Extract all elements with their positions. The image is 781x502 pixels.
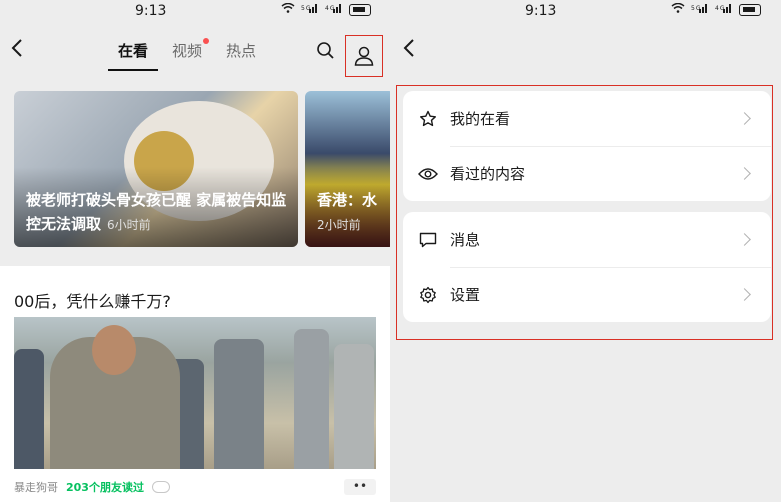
status-bar: 9:13 5G 4G xyxy=(0,0,390,24)
chevron-right-icon xyxy=(738,167,751,180)
hero-title: 被老师打破头骨女孩已醒 家属被告知监控无法调取 6小时前 xyxy=(26,188,296,237)
svg-text:4G: 4G xyxy=(325,5,335,12)
battery-icon xyxy=(739,3,761,16)
article-image xyxy=(14,317,376,469)
hero-card[interactable]: 被老师打破头骨女孩已醒 家属被告知监控无法调取 6小时前 xyxy=(14,91,298,247)
chevron-right-icon xyxy=(738,112,751,125)
user-icon xyxy=(354,46,374,66)
search-icon xyxy=(317,42,334,59)
status-icons: 5G 4G xyxy=(281,2,371,16)
profile-button[interactable] xyxy=(345,35,383,77)
chevron-left-icon xyxy=(11,39,22,57)
image-figure xyxy=(294,329,329,469)
tab-hot[interactable]: 热点 xyxy=(226,40,256,61)
watching-feed-screen: 9:13 5G 4G 在看 视频 热点 被老师打破头骨女孩已醒 家属被告知监控无… xyxy=(0,0,390,502)
chevron-right-icon xyxy=(738,288,751,301)
menu-item-label: 消息 xyxy=(450,231,481,249)
signal-5g-icon: 5G xyxy=(691,3,709,16)
menu-item-settings[interactable]: 设置 xyxy=(403,267,771,322)
chevron-right-icon xyxy=(738,233,751,246)
signal-5g-icon: 5G xyxy=(301,3,319,16)
hero-card[interactable]: 香港：水 2小时前 xyxy=(305,91,390,247)
hero-title-text: 香港：水 xyxy=(317,191,378,209)
message-icon xyxy=(418,230,438,250)
status-bar: 9:13 5G 4G xyxy=(392,0,781,24)
menu-group-content: 我的在看 看过的内容 xyxy=(403,91,771,201)
svg-text:5G: 5G xyxy=(301,5,311,12)
article-author: 暴走狗哥 xyxy=(14,481,58,494)
wifi-icon xyxy=(671,2,685,16)
hero-time: 6小时前 xyxy=(107,218,151,232)
status-time: 9:13 xyxy=(525,3,557,19)
menu-item-messages[interactable]: 消息 xyxy=(403,212,771,267)
article-meta: 暴走狗哥 203个朋友读过 xyxy=(14,479,170,495)
article-card[interactable]: 00后，凭什么赚千万? 暴走狗哥 203个朋友读过 •• xyxy=(0,266,390,502)
hero-time: 2小时前 xyxy=(317,218,361,232)
menu-item-label: 看过的内容 xyxy=(450,165,526,183)
menu-item-label: 我的在看 xyxy=(450,110,511,128)
image-figure xyxy=(334,344,374,469)
back-button[interactable] xyxy=(10,38,24,64)
hero-title: 香港：水 2小时前 xyxy=(317,188,390,237)
gear-icon xyxy=(418,285,438,305)
more-button[interactable]: •• xyxy=(344,479,376,495)
battery-icon xyxy=(349,3,371,16)
signal-4g-icon: 4G xyxy=(325,3,343,16)
article-title: 00后，凭什么赚千万? xyxy=(14,292,171,311)
friends-icon xyxy=(151,481,170,493)
notification-dot xyxy=(203,38,210,44)
tab-watching[interactable]: 在看 xyxy=(107,40,159,71)
tab-video-label: 视频 xyxy=(172,42,203,60)
signal-4g-icon: 4G xyxy=(715,3,733,16)
image-main-head xyxy=(92,325,136,375)
back-button[interactable] xyxy=(402,38,416,64)
feed-tabs: 在看 视频 热点 xyxy=(107,38,256,71)
svg-text:5G: 5G xyxy=(691,5,701,12)
menu-item-my-watching[interactable]: 我的在看 xyxy=(403,91,771,146)
search-button[interactable] xyxy=(316,41,336,61)
hero-title-text: 被老师打破头骨女孩已醒 家属被告知监控无法调取 xyxy=(26,191,287,233)
eye-icon xyxy=(418,164,438,184)
image-figure xyxy=(14,349,44,469)
menu-group-settings: 消息 设置 xyxy=(403,212,771,322)
menu-item-label: 设置 xyxy=(450,286,481,304)
tab-video[interactable]: 视频 xyxy=(172,38,210,61)
star-icon xyxy=(418,109,438,129)
status-time: 9:13 xyxy=(135,3,167,19)
svg-text:4G: 4G xyxy=(715,5,725,12)
menu-item-viewed-content[interactable]: 看过的内容 xyxy=(403,146,771,201)
wifi-icon xyxy=(281,2,295,16)
status-icons: 5G 4G xyxy=(671,2,761,16)
friends-read-count: 203个朋友读过 xyxy=(66,481,144,494)
image-figure xyxy=(214,339,264,469)
chevron-left-icon xyxy=(403,39,414,57)
